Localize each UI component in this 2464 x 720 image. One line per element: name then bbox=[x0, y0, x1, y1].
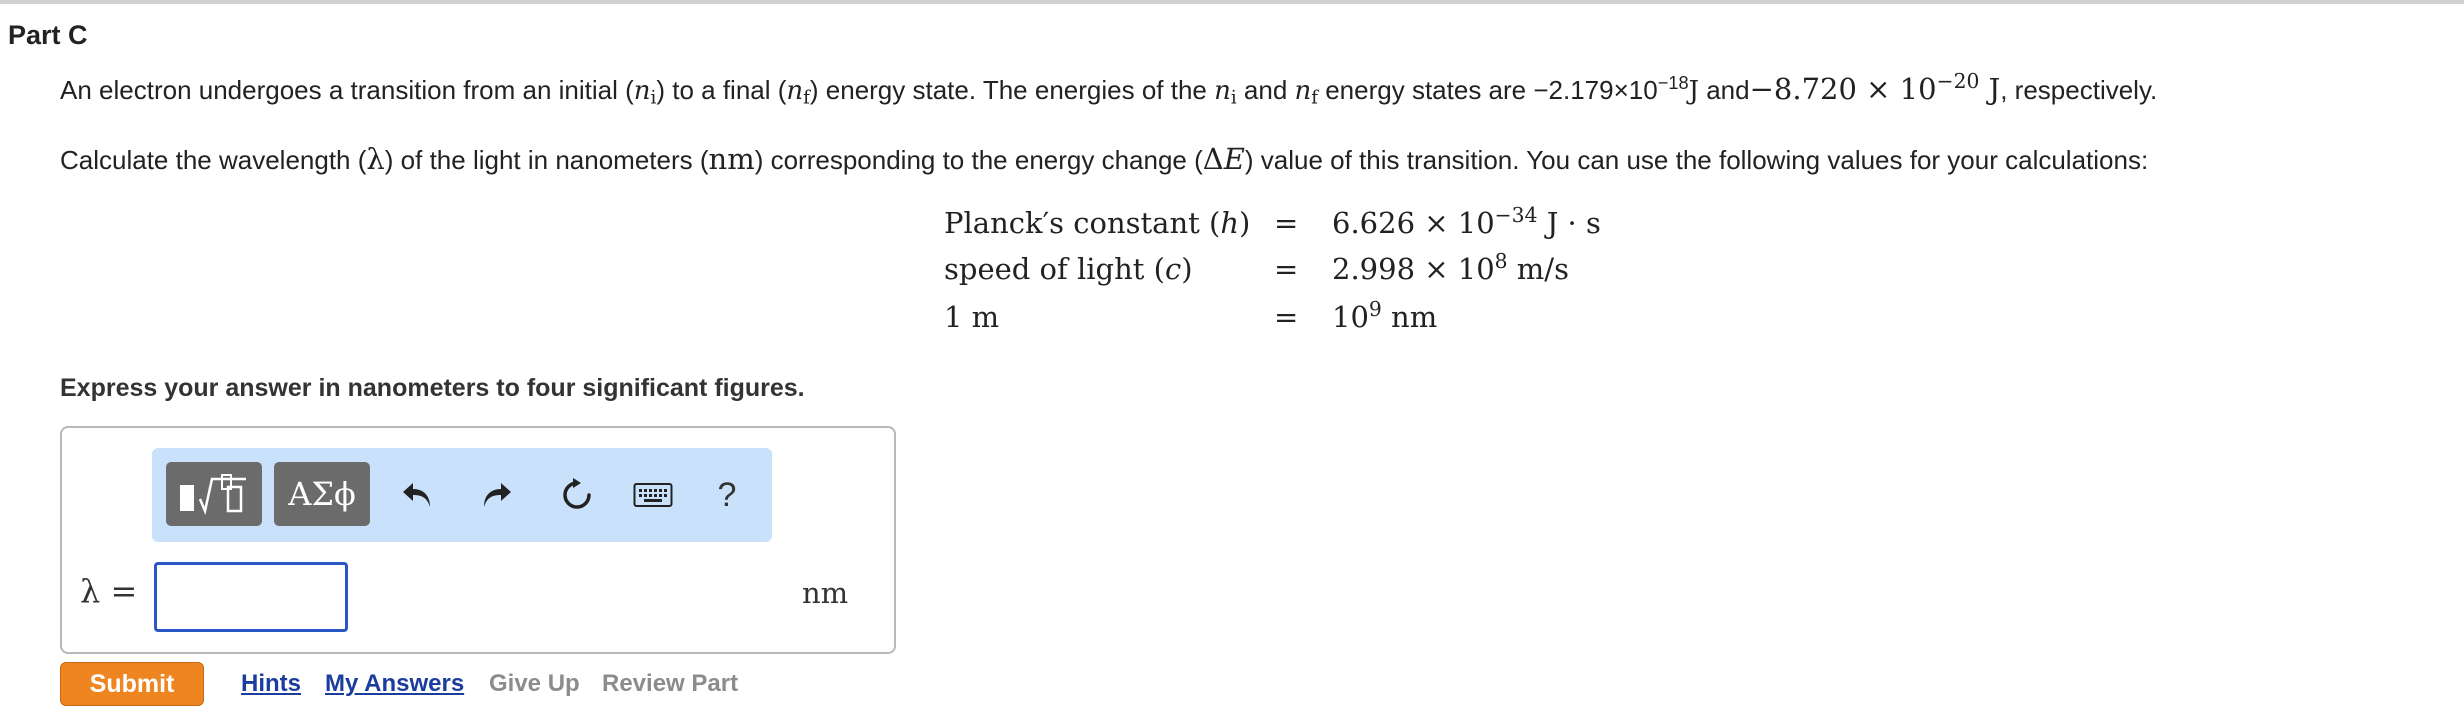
hints-link[interactable]: Hints bbox=[241, 670, 301, 698]
p1-text-3: ) energy state. The energies of the bbox=[809, 75, 1215, 105]
answer-unit: nm bbox=[802, 576, 849, 610]
review-part-link[interactable]: Review Part bbox=[602, 670, 738, 698]
lambda-symbol: λ bbox=[366, 142, 385, 176]
reset-icon bbox=[563, 478, 591, 509]
templates-icon bbox=[180, 474, 246, 516]
p2-text-4: ) value of this transition. You can use … bbox=[1244, 145, 2149, 175]
equals-sign: = bbox=[1274, 300, 1299, 334]
undo-icon bbox=[403, 483, 430, 507]
undo-button[interactable] bbox=[394, 472, 440, 518]
equals-sign: = bbox=[1274, 252, 1299, 286]
delta-e-symbol: ΔE bbox=[1202, 142, 1245, 176]
answer-instruction: Express your answer in nanometers to fou… bbox=[60, 374, 805, 402]
answer-input[interactable] bbox=[154, 562, 348, 632]
p2-text-2: ) of the light in nanometers ( bbox=[384, 145, 709, 175]
energy-initial: −2.179×10−18J bbox=[1533, 73, 1699, 106]
constant-value: 6.626 × 10−34 J · s bbox=[1332, 202, 1601, 240]
p1-text-5: energy states are bbox=[1318, 75, 1534, 105]
symbols-button[interactable]: ΑΣϕ bbox=[274, 462, 370, 526]
constant-label: Planck′s constant (h) bbox=[944, 206, 1251, 240]
templates-button[interactable] bbox=[166, 462, 262, 526]
p1-text-1: An electron undergoes a transition from … bbox=[60, 75, 634, 105]
my-answers-link[interactable]: My Answers bbox=[325, 670, 464, 698]
top-divider bbox=[0, 0, 2464, 4]
constant-label: speed of light (c) bbox=[944, 252, 1193, 286]
p1-text-4: and bbox=[1236, 75, 1295, 105]
submit-button[interactable]: Submit bbox=[60, 662, 204, 706]
nf-symbol-2: nf bbox=[1294, 76, 1318, 109]
equals-sign: = bbox=[1274, 206, 1299, 240]
constant-label: 1 m bbox=[944, 300, 1000, 334]
constant-value: 109 nm bbox=[1332, 296, 1438, 334]
energy-final: −8.720 × 10−20 J bbox=[1749, 68, 2001, 106]
answer-label: λ = bbox=[80, 572, 138, 610]
part-title: Part C bbox=[8, 20, 88, 50]
keyboard-icon bbox=[633, 483, 673, 507]
redo-icon bbox=[484, 483, 511, 507]
give-up-link[interactable]: Give Up bbox=[489, 670, 580, 698]
p1-text-2: ) to a final ( bbox=[656, 75, 787, 105]
ni-symbol: ni bbox=[633, 76, 657, 109]
p2-text-1: Calculate the wavelength ( bbox=[60, 145, 367, 175]
help-button[interactable]: ? bbox=[704, 472, 750, 518]
problem-paragraph-1: An electron undergoes a transition from … bbox=[60, 68, 2158, 109]
p2-text-3: ) corresponding to the energy change ( bbox=[754, 145, 1203, 175]
nm-symbol: nm bbox=[708, 142, 755, 176]
p1-text-6: and bbox=[1699, 75, 1750, 105]
reset-button[interactable] bbox=[554, 472, 600, 518]
constant-value: 2.998 × 108 m/s bbox=[1332, 248, 1569, 286]
math-toolbar: ΑΣϕ ? bbox=[152, 448, 772, 542]
keyboard-button[interactable] bbox=[630, 472, 676, 518]
p1-text-7: , respectively. bbox=[2000, 75, 2158, 105]
redo-button[interactable] bbox=[474, 472, 520, 518]
nf-symbol: nf bbox=[786, 76, 810, 109]
problem-paragraph-2: Calculate the wavelength (λ) of the ligh… bbox=[60, 142, 2148, 176]
ni-symbol-2: ni bbox=[1214, 76, 1237, 109]
